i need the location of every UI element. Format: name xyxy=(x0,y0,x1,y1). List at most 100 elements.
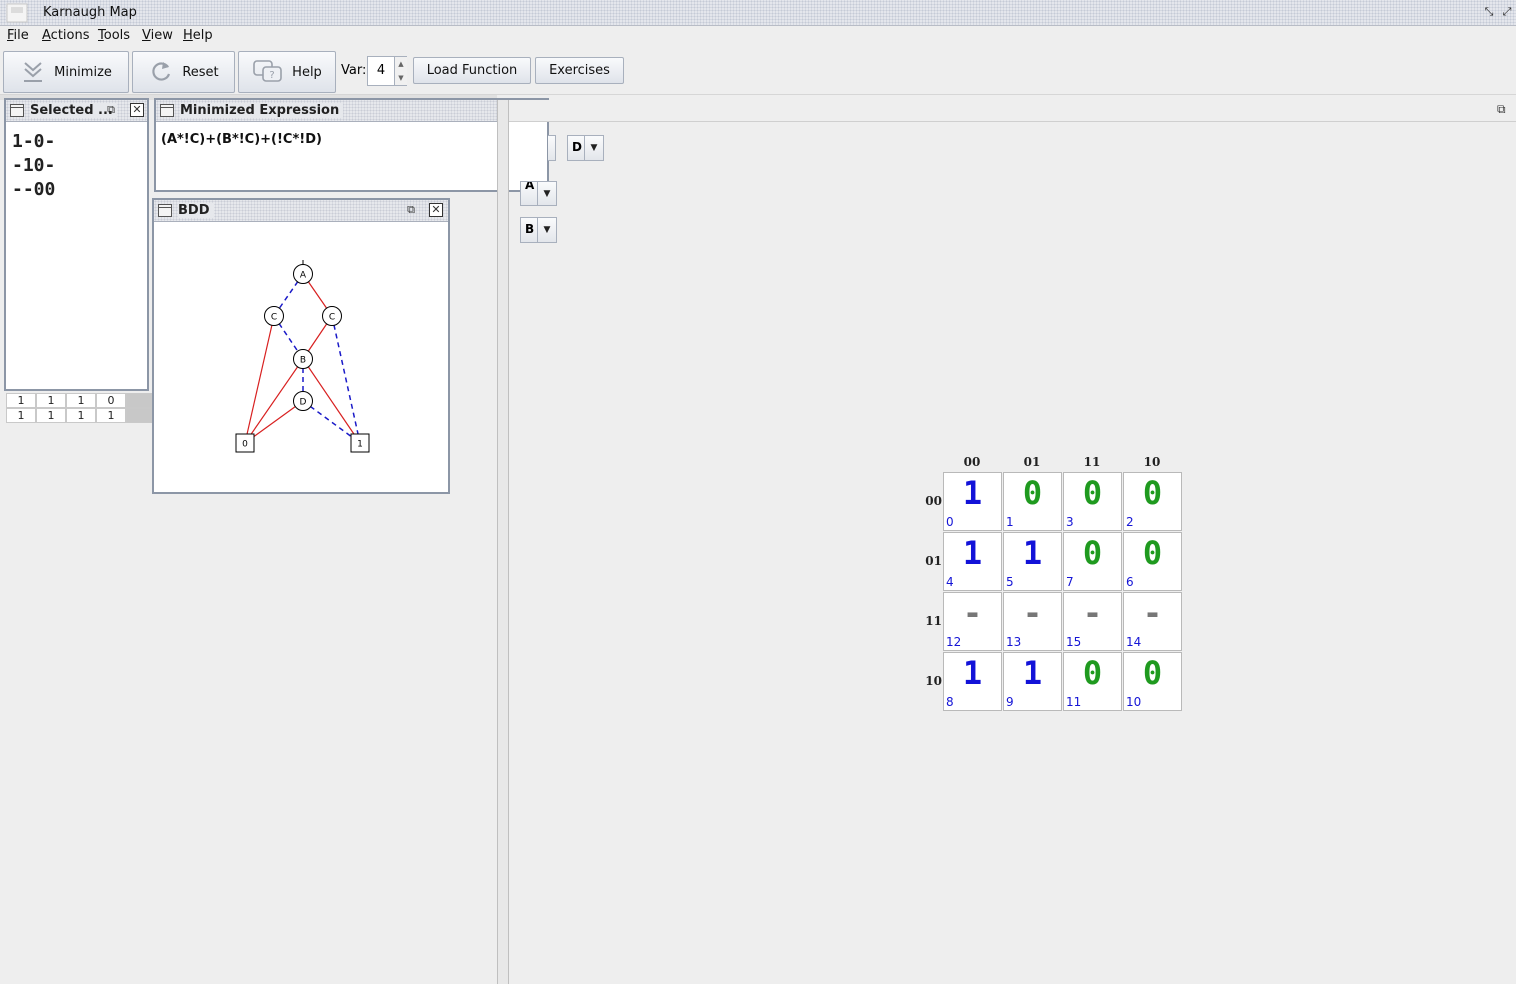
combo-fragment xyxy=(548,135,556,161)
table-cell: 1 xyxy=(36,393,66,408)
kmap-cell[interactable]: 06 xyxy=(1123,532,1182,591)
bdd-terminal-label: 0 xyxy=(242,440,248,450)
kmap-cell[interactable]: 03 xyxy=(1063,472,1122,531)
kmap-row-header: 11 xyxy=(925,614,942,628)
minimize-button[interactable]: Minimize xyxy=(3,51,129,93)
kmap-cell-value: 0 xyxy=(1082,534,1103,572)
kmap-cell[interactable]: -14 xyxy=(1123,592,1182,651)
split-pane-divider[interactable] xyxy=(497,100,509,984)
popout-icon[interactable]: ⧉ xyxy=(404,203,418,217)
menu-actions[interactable]: Actions xyxy=(42,28,90,43)
kmap-cell[interactable]: 18 xyxy=(943,652,1002,711)
chevron-down-icon[interactable]: ▼ xyxy=(537,218,556,242)
kmap-cell[interactable]: 01 xyxy=(1003,472,1062,531)
kmap-cell-index: 2 xyxy=(1126,515,1134,529)
selected-panel-titlebar[interactable]: Selected ... ⧉ ✕ xyxy=(6,100,147,122)
variable-select-value: B xyxy=(525,222,535,236)
close-icon[interactable]: ✕ xyxy=(429,203,443,217)
kmap-cell[interactable]: 0 10 xyxy=(1123,652,1182,711)
menu-view[interactable]: View xyxy=(142,28,173,43)
kmap-cell[interactable]: -12 xyxy=(943,592,1002,651)
bdd-panel: BDD ⧉ ✕ A C C B D 0 1 xyxy=(152,198,450,494)
bdd-terminal-0: 0 xyxy=(235,433,255,453)
title-bar: Karnaugh Map ⤡ ⤢ xyxy=(0,0,1516,26)
variable-select-a[interactable]: A ▼ xyxy=(520,181,557,206)
bdd-titlebar[interactable]: BDD ⧉ ✕ xyxy=(154,200,448,222)
menu-actions-label: ctions xyxy=(50,28,90,43)
window-title: Karnaugh Map xyxy=(43,5,137,20)
var-value[interactable]: 4 xyxy=(368,63,394,78)
menu-bar: File Actions Tools View Help xyxy=(0,26,1516,47)
kmap-cell[interactable]: -13 xyxy=(1003,592,1062,651)
kmap-row-header: 10 xyxy=(925,674,942,688)
app-icon xyxy=(6,3,28,23)
kmap-cell[interactable]: 14 xyxy=(943,532,1002,591)
kmap-cell-index: 7 xyxy=(1066,575,1074,589)
load-function-label: Load Function xyxy=(426,63,518,78)
table-cell xyxy=(126,393,152,408)
popout-icon[interactable]: ⧉ xyxy=(1497,102,1506,117)
bdd-terminal-1: 1 xyxy=(350,433,370,453)
close-icon[interactable]: ✕ xyxy=(130,103,144,117)
kmap-cell-index: 0 xyxy=(946,515,954,529)
bdd-node-c-left: C xyxy=(264,306,284,326)
kmap-cell-index: 12 xyxy=(946,635,962,649)
kmap-cell-index: 14 xyxy=(1126,635,1142,649)
svg-text:?: ? xyxy=(270,70,275,81)
selected-panel: Selected ... ⧉ ✕ 1-0- -10- --00 xyxy=(4,98,149,391)
menu-help[interactable]: Help xyxy=(183,28,213,43)
window-icon xyxy=(158,204,172,217)
var-spinner[interactable]: 4 ▲ ▼ xyxy=(367,56,407,86)
kmap-cell[interactable]: 19 xyxy=(1003,652,1062,711)
variable-select-d[interactable]: D ▼ xyxy=(567,135,604,161)
kmap-column-header: 00 xyxy=(963,455,981,469)
bdd-diagram: A C C B D 0 1 xyxy=(235,260,370,453)
bdd-node-label: D xyxy=(300,398,307,408)
spinner-down-icon[interactable]: ▼ xyxy=(394,71,407,85)
kmap-column-header: 10 xyxy=(1143,455,1161,469)
help-button[interactable]: ? Help xyxy=(238,51,336,93)
menu-tools[interactable]: Tools xyxy=(98,28,130,43)
maximize-window-icon[interactable]: ⤢ xyxy=(1500,5,1514,19)
chevron-down-icon[interactable]: ▼ xyxy=(537,182,556,205)
kmap-cell-value: 1 xyxy=(1022,654,1043,692)
kmap-cell-value: 0 xyxy=(1142,474,1163,512)
kmap-cell[interactable]: -15 xyxy=(1063,592,1122,651)
table-cell: 1 xyxy=(96,408,126,423)
bdd-node-a: A xyxy=(293,264,313,284)
minimized-expression-panel: Minimized Expression ⧉ ✕ (A*!C)+(B*!C)+(… xyxy=(154,98,549,192)
selected-terms: 1-0- -10- --00 xyxy=(12,130,55,202)
variable-select-value: A xyxy=(525,181,535,192)
bdd-node-label: C xyxy=(329,313,335,323)
kmap-cell[interactable]: 0 11 xyxy=(1063,652,1122,711)
reset-button[interactable]: Reset xyxy=(132,51,235,93)
window-icon xyxy=(10,104,24,117)
window-icon xyxy=(160,104,174,117)
kmap-cell-index: 10 xyxy=(1126,695,1142,709)
reset-button-label: Reset xyxy=(182,64,219,80)
table-cell: 1 xyxy=(66,408,96,423)
kmap-cell-value: 0 xyxy=(1142,654,1163,692)
kmap-cell-value: 1 xyxy=(962,534,983,572)
kmap-cell[interactable]: 15 xyxy=(1003,532,1062,591)
kmap-cell-value: 1 xyxy=(1022,534,1043,572)
menu-file[interactable]: File xyxy=(7,28,29,43)
kmap-cell[interactable]: 07 xyxy=(1063,532,1122,591)
exercises-label: Exercises xyxy=(549,63,610,78)
spinner-up-icon[interactable]: ▲ xyxy=(394,57,407,71)
exercises-button[interactable]: Exercises xyxy=(535,57,624,84)
selected-term: --00 xyxy=(12,179,56,200)
kmap-cell[interactable]: 10 xyxy=(943,472,1002,531)
kmap-row-header: 01 xyxy=(925,554,942,568)
popout-icon[interactable]: ⧉ xyxy=(104,103,118,117)
minimized-expression-titlebar[interactable]: Minimized Expression ⧉ ✕ xyxy=(156,100,547,122)
kmap-cell[interactable]: 02 xyxy=(1123,472,1182,531)
variable-select-b[interactable]: B ▼ xyxy=(520,217,557,243)
truth-table-fragment: 1 1 1 0 1 1 1 1 xyxy=(6,393,156,425)
variable-select-value: D xyxy=(572,140,582,154)
load-function-button[interactable]: Load Function xyxy=(413,57,531,84)
table-cell xyxy=(126,408,152,423)
minimized-expression-title: Minimized Expression xyxy=(180,103,344,118)
minimize-window-icon[interactable]: ⤡ xyxy=(1482,5,1496,19)
chevron-down-icon[interactable]: ▼ xyxy=(584,136,603,160)
